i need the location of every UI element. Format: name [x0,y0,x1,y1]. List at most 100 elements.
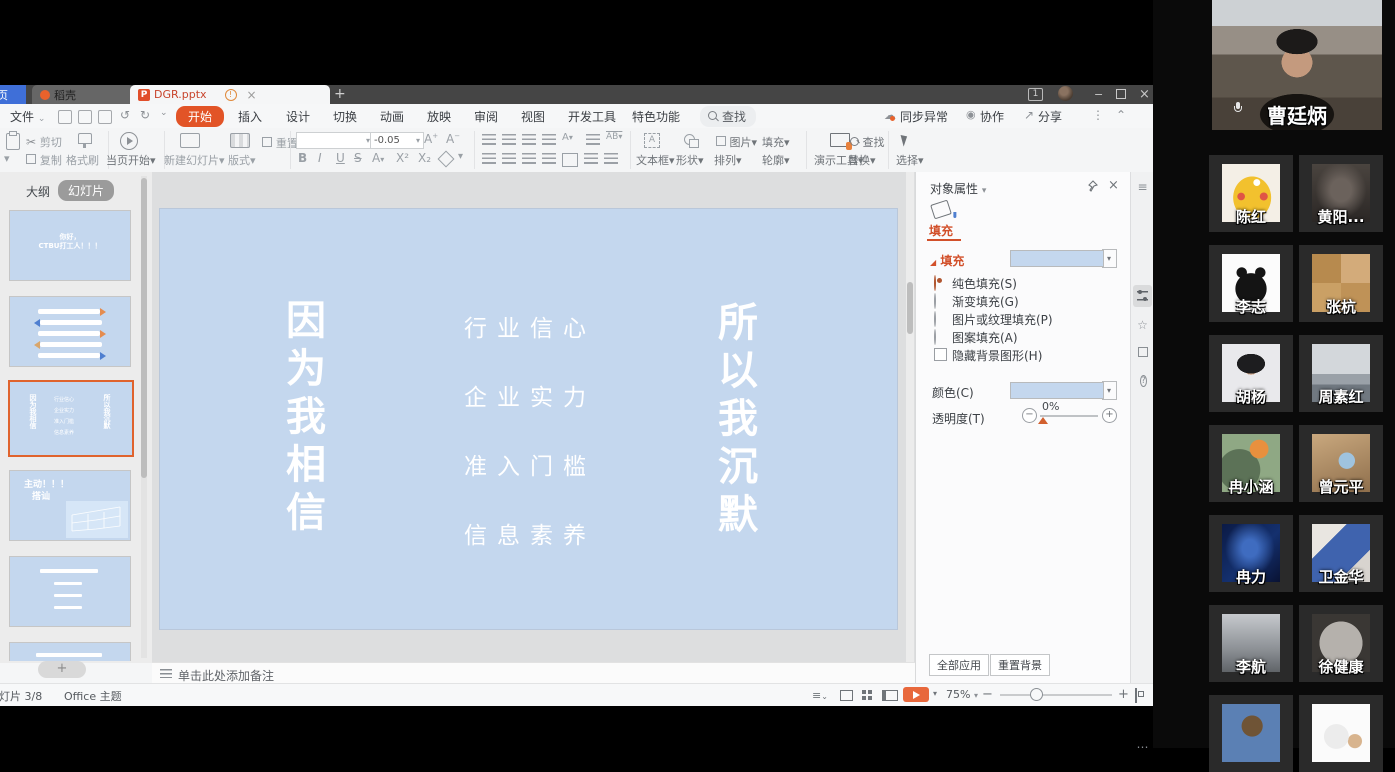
undo-icon[interactable]: ↺ [120,108,130,122]
pin-icon[interactable] [1086,180,1098,192]
fill-section-header[interactable]: ◢ 填充 [930,252,964,269]
notes-toggle-icon[interactable]: ≡⌄ [812,689,828,702]
collapse-ribbon-icon[interactable]: ⌃ [1116,108,1126,122]
slideshow-play-button[interactable] [903,687,929,702]
participant-tile[interactable]: 冉力 [1209,515,1293,592]
paste-dropdown[interactable]: ▾ [4,152,10,165]
copy-button[interactable]: 复制 [26,152,62,168]
outline-button[interactable]: 轮廓▾ [762,152,790,168]
ribbon-tab-review[interactable]: 审阅 [474,108,498,125]
slide-right-vertical-text[interactable]: 所以我沉默 [712,301,756,541]
clear-format-icon[interactable] [438,151,455,168]
zoom-in-button[interactable]: + [1118,687,1129,702]
transparency-minus-button[interactable]: − [1022,408,1037,423]
more-menu-icon[interactable]: ⋮ [1092,108,1104,122]
reset-button[interactable]: 重置 [262,135,298,151]
save-icon[interactable] [58,110,72,124]
slide-thumbnail-2[interactable] [9,296,131,367]
fill-tab-label[interactable]: 填充 [929,222,953,239]
tab-home[interactable]: 首页 [0,85,26,104]
radio-picture-fill[interactable]: 图片或纹理填充(P) [934,312,936,326]
print-icon[interactable] [78,110,92,124]
line-spacing-icon[interactable] [586,134,600,146]
fill-color-swatch[interactable] [1010,250,1104,267]
notes-bar[interactable]: 单击此处添加备注 [152,662,915,684]
align-right-icon[interactable] [522,153,536,165]
ribbon-tab-insert[interactable]: 插入 [238,108,262,125]
ribbon-tab-slideshow[interactable]: 放映 [427,108,451,125]
window-count-badge[interactable]: 1 [1028,88,1043,101]
text-box-icon[interactable]: A [644,133,660,148]
slide-thumbnail-3-selected[interactable]: 因为我相信 行业信心 企业实力 准入门槛 信息素养 所以我沉默 [8,380,134,457]
paste-button[interactable] [6,133,20,150]
ribbon-tab-animation[interactable]: 动画 [380,108,404,125]
shapes-icon[interactable] [684,134,695,145]
format-painter-label[interactable]: 格式刷 [66,152,99,168]
slide-thumbnail-4[interactable]: 主动！！！ 搭讪 [9,470,131,541]
share-button[interactable]: 分享 [1038,108,1062,125]
fill-button[interactable]: 填充▾ [762,134,790,150]
participant-tile[interactable]: 卫金华 [1299,515,1383,592]
slide-sorter-icon[interactable] [862,690,866,694]
participant-tile[interactable]: 陈红 [1209,155,1293,232]
find-button[interactable]: 查找 [850,134,885,150]
slide-middle-textbox[interactable]: 行业信心 企业实力 准入门槛 信息素养 [360,309,700,550]
quick-access-dropdown-icon[interactable]: ⌄ [160,108,168,118]
arrange-button[interactable]: 排列▾ [714,152,742,168]
new-slide-button[interactable] [180,133,200,148]
print-preview-icon[interactable] [98,110,112,124]
bullet-list-icon[interactable] [482,134,496,146]
tab-slides[interactable]: 幻灯片 [58,180,114,201]
align-left-icon[interactable] [482,153,496,165]
main-speaker-video[interactable]: 曹廷炳 [1212,0,1382,130]
picture-button[interactable]: 图片▾ [716,134,757,150]
align-center-icon[interactable] [502,153,516,165]
main-scrollbar-track[interactable] [906,172,914,662]
collaborate-button[interactable]: 协作 [980,108,1004,125]
rail-duplicate-icon[interactable] [1135,346,1150,360]
text-direction-button[interactable]: A▾ [562,132,573,143]
minimize-button[interactable]: − [1094,88,1103,101]
tab-outline[interactable]: 大纲 [26,183,50,200]
restore-button[interactable] [1116,89,1126,102]
play-from-current-label[interactable]: 当页开始▾ [106,152,156,168]
transparency-plus-button[interactable]: + [1102,408,1117,423]
menu-file[interactable]: 文件 ⌄ [10,108,45,125]
participant-tile[interactable]: 徐健康 [1299,605,1383,682]
apply-all-button[interactable]: 全部应用 [929,654,989,676]
reset-background-button[interactable]: 重置背景 [990,654,1050,676]
ribbon-tab-devtools[interactable]: 开发工具 [568,108,616,125]
slide-thumbnail-6[interactable] [9,642,131,661]
participant-tile[interactable]: 李航 [1209,605,1293,682]
main-scrollbar-thumb[interactable] [907,282,913,334]
slide-thumbnail-1[interactable]: 你好， CTBU打工人！！！ [9,210,131,281]
ribbon-tab-start[interactable]: 开始 [176,106,224,127]
close-window-button[interactable]: × [1139,87,1150,102]
transparency-slider-track[interactable] [1040,415,1098,417]
grow-font-button[interactable]: A+ [424,132,438,146]
participant-tile[interactable]: 周素红 [1299,335,1383,412]
strikethrough-button[interactable]: S [354,151,362,165]
tab-document-active[interactable]: P DGR.pptx ! × [130,85,330,104]
line-height-icon[interactable] [604,153,618,165]
layout-label[interactable]: 版式▾ [228,152,256,168]
justify-icon[interactable] [542,153,556,165]
new-slide-label[interactable]: 新建幻灯片▾ [164,152,225,168]
rail-more-icon[interactable]: ⋯ [1135,740,1150,754]
rail-properties-tool-active[interactable] [1133,285,1152,307]
rail-effects-icon[interactable]: ☆ [1135,318,1150,332]
fit-to-window-icon[interactable] [1135,688,1137,703]
font-color-button[interactable]: A▾ [372,151,384,165]
participant-tile[interactable] [1209,695,1293,772]
panel-scrollbar-thumb[interactable] [141,178,147,478]
tab-docer[interactable]: 稻壳 [32,85,134,104]
italic-button[interactable]: I [318,151,322,165]
decrease-indent-icon[interactable] [522,134,536,146]
color-swatch[interactable] [1010,382,1104,399]
rail-handle-icon[interactable]: ≡ [1135,180,1150,194]
text-tool-dropdown[interactable]: ▾ [458,151,463,162]
rail-help-icon[interactable]: ? [1136,372,1151,387]
reading-view-icon[interactable] [882,690,898,701]
select-button[interactable]: 选择▾ [896,152,924,168]
play-dropdown-icon[interactable]: ▾ [933,689,937,698]
